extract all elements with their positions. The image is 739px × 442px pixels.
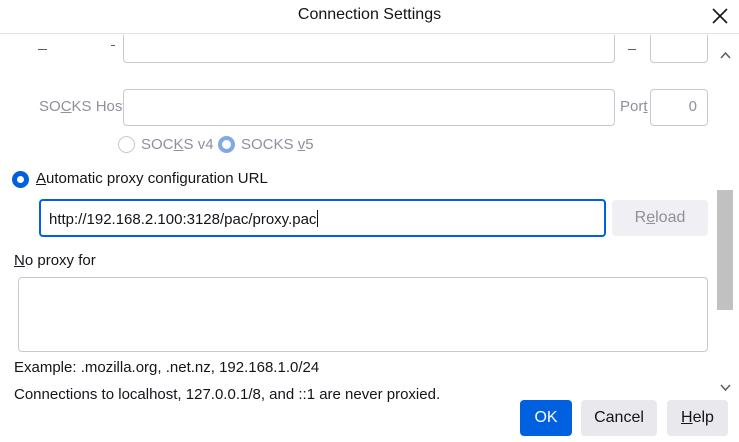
socks-host-input[interactable] [123, 89, 615, 126]
close-icon [712, 8, 728, 24]
no-proxy-textarea[interactable] [18, 277, 708, 352]
partial-label-fragment [38, 49, 47, 50]
close-button[interactable] [709, 5, 731, 27]
partial-port-input[interactable] [650, 35, 708, 63]
auto-proxy-url-value: http://192.168.2.100:3128/pac/proxy.pac [49, 211, 317, 228]
content-scrollbar[interactable] [716, 35, 735, 402]
scrollbar-thumb[interactable] [717, 190, 733, 310]
scroll-up-arrow-icon[interactable] [720, 51, 731, 59]
socks-port-label: Port [620, 98, 648, 115]
socks-v5-radio[interactable] [218, 136, 235, 153]
socks-port-value: 0 [688, 98, 697, 115]
socks-v4-radio[interactable] [118, 136, 135, 153]
settings-content: SOCKS Host Port 0 SOCKS v4 SOCKS v5 Auto… [0, 35, 716, 402]
no-proxy-example: Example: .mozilla.org, .net.nz, 192.168.… [14, 359, 320, 376]
partial-host-input[interactable] [123, 35, 615, 63]
help-button[interactable]: Help [667, 400, 728, 436]
socks-port-input[interactable]: 0 [650, 89, 708, 126]
partial-label-fragment [628, 49, 636, 50]
scroll-down-arrow-icon[interactable] [720, 384, 731, 392]
socks-v4-label: SOCKS v4 [141, 136, 214, 153]
text-caret [317, 210, 319, 227]
socks-host-label: SOCKS Host [39, 98, 127, 115]
auto-proxy-radio[interactable] [12, 171, 29, 188]
partial-label-fragment [111, 45, 115, 46]
localhost-note: Connections to localhost, 127.0.0.1/8, a… [14, 386, 441, 402]
reload-button[interactable]: Reload [612, 200, 708, 236]
ok-button[interactable]: OK [520, 400, 572, 436]
socks-v5-label: SOCKS v5 [241, 136, 314, 153]
cancel-button[interactable]: Cancel [581, 400, 657, 436]
dialog-title: Connection Settings [297, 6, 442, 23]
auto-proxy-label: Automatic proxy configuration URL [36, 170, 268, 187]
title-bar: Connection Settings [0, 0, 739, 34]
auto-proxy-url-input[interactable]: http://192.168.2.100:3128/pac/proxy.pac [39, 199, 606, 237]
no-proxy-label: No proxy for [14, 252, 96, 269]
